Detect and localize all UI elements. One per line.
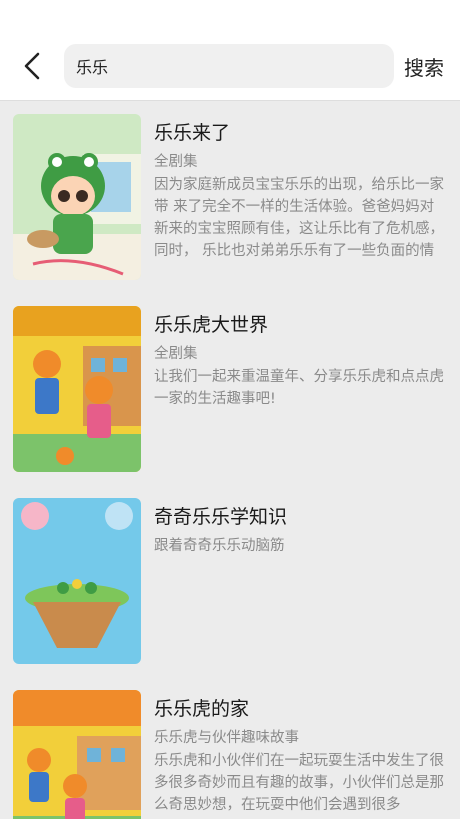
poster-image: [13, 114, 141, 280]
item-description: 让我们一起来重温童年、分享乐乐虎和点点虎一家的生活趣事吧!: [154, 369, 444, 407]
list-item[interactable]: 乐乐来了 全剧集 因为家庭新成员宝宝乐乐的出现，给乐比一家带 来了完全不一样的生…: [0, 101, 460, 281]
item-subtitle: 全剧集: [154, 346, 198, 362]
search-input[interactable]: 乐乐: [64, 44, 394, 88]
poster-image: [13, 306, 141, 472]
item-title: 乐乐来了: [154, 122, 231, 144]
item-subtitle: 乐乐虎与伙伴趣味故事: [154, 730, 299, 746]
results-list: 乐乐来了 全剧集 因为家庭新成员宝宝乐乐的出现，给乐比一家带 来了完全不一样的生…: [0, 101, 460, 819]
item-title: 乐乐虎的家: [154, 698, 250, 720]
list-item[interactable]: 乐乐虎大世界 全剧集 让我们一起来重温童年、分享乐乐虎和点点虎一家的生活趣事吧!: [0, 293, 460, 473]
poster-image: [13, 498, 141, 664]
poster-image: [13, 690, 141, 819]
list-item[interactable]: 奇奇乐乐学知识 跟着奇奇乐乐动脑筋: [0, 485, 460, 665]
top-bar: 乐乐 搜索: [0, 0, 460, 101]
item-description: 因为家庭新成员宝宝乐乐的出现，给乐比一家带 来了完全不一样的生活体验。爸爸妈妈对…: [154, 177, 444, 259]
item-subtitle: 全剧集: [154, 154, 198, 170]
search-query: 乐乐: [76, 58, 109, 77]
chevron-left-icon: [24, 52, 40, 80]
item-subtitle: 跟着奇奇乐乐动脑筋: [154, 538, 285, 554]
item-description: 乐乐虎和小伙伴们在一起玩耍生活中发生了很多很多奇妙而且有趣的故事，小伙伴们总是那…: [154, 753, 444, 813]
list-item[interactable]: 乐乐虎的家 乐乐虎与伙伴趣味故事 乐乐虎和小伙伴们在一起玩耍生活中发生了很多很多…: [0, 677, 460, 819]
item-title: 奇奇乐乐学知识: [154, 506, 288, 528]
back-button[interactable]: [18, 48, 48, 84]
item-title: 乐乐虎大世界: [154, 314, 269, 336]
search-button[interactable]: 搜索: [404, 52, 444, 81]
